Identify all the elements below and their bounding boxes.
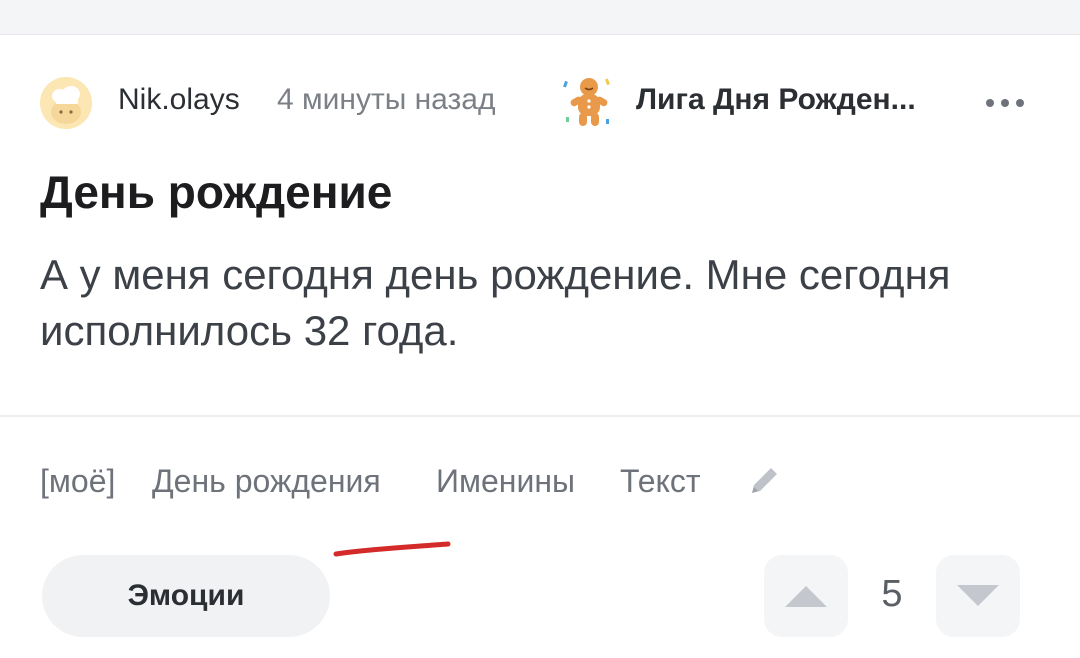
top-strip <box>0 0 1080 35</box>
divider <box>0 415 1080 417</box>
tag-text[interactable]: Текст <box>620 463 701 500</box>
post-card: Nik.olays 4 минуты назад Лига Дня Рожден… <box>0 35 1080 658</box>
post-time: 4 минуты назад <box>277 83 496 116</box>
arrow-down-icon <box>957 585 999 606</box>
post-title[interactable]: День рождение <box>40 165 392 219</box>
tag-name-day[interactable]: Именины <box>436 463 575 500</box>
author-name[interactable]: Nik.olays <box>118 83 240 117</box>
post-header: Nik.olays 4 минуты назад Лига Дня Рожден… <box>40 75 1040 131</box>
tag-birthday[interactable]: День рождения <box>152 463 381 500</box>
red-underline-annotation <box>333 541 451 557</box>
rating-value: 5 <box>881 573 903 615</box>
emotions-label: Эмоции <box>127 579 245 612</box>
post-body: А у меня сегодня день рождение. Мне сего… <box>40 251 951 354</box>
pencil-icon[interactable] <box>744 461 784 501</box>
tags-row: [моё] День рождения Именины Текст <box>40 463 1040 503</box>
more-options-button[interactable] <box>982 85 1028 121</box>
chef-hat-avatar-icon[interactable] <box>40 77 92 129</box>
upvote-button[interactable] <box>764 555 848 637</box>
tag-my[interactable]: [моё] <box>40 463 115 500</box>
gingerbread-man-icon[interactable] <box>558 73 618 133</box>
arrow-up-icon <box>785 586 827 607</box>
downvote-button[interactable] <box>936 555 1020 637</box>
emotions-button[interactable]: Эмоции <box>42 555 330 637</box>
more-dots-icon <box>986 99 1024 107</box>
community-name[interactable]: Лига Дня Рожден... <box>636 83 916 117</box>
